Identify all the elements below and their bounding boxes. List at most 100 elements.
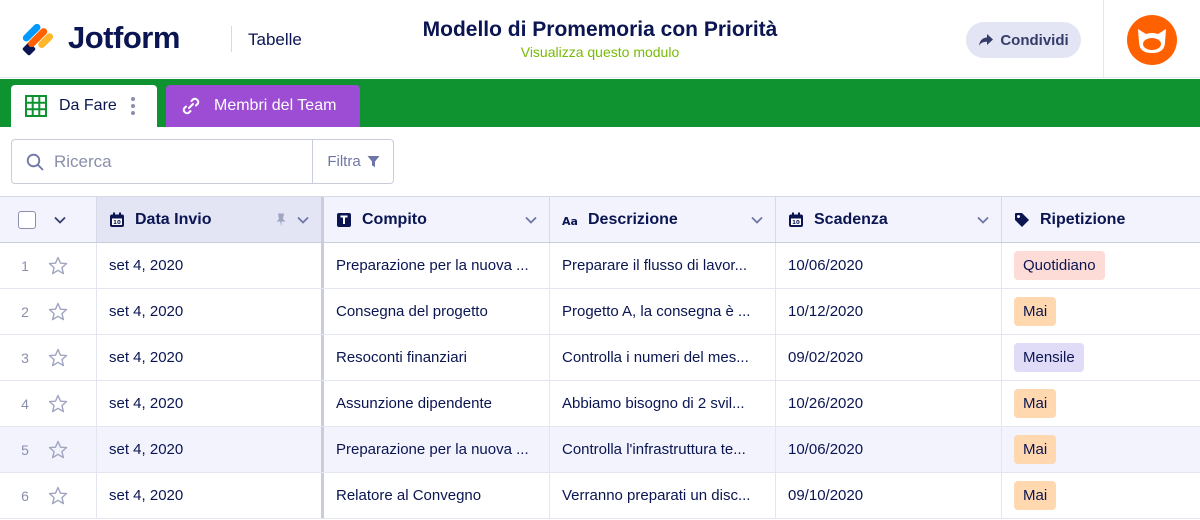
column-label: Data Invio xyxy=(135,210,212,228)
text-aa-icon: Aa xyxy=(562,215,578,228)
column-header-scadenza[interactable]: 10 Scadenza xyxy=(776,197,1002,242)
table-row[interactable]: 2 set 4, 2020 Consegna del progetto Prog… xyxy=(0,289,1200,335)
cell-text: Assunzione dipendente xyxy=(336,395,492,412)
cell-compito[interactable]: Preparazione per la nuova ... xyxy=(324,243,550,288)
tab-membri-del-team[interactable]: Membri del Team xyxy=(166,85,360,127)
table-row[interactable]: 3 set 4, 2020 Resoconti finanziari Contr… xyxy=(0,335,1200,381)
row-number-cell: 2 xyxy=(0,289,97,334)
repeat-badge: Mai xyxy=(1014,481,1057,510)
cell-data-invio[interactable]: set 4, 2020 xyxy=(97,243,324,288)
row-number: 1 xyxy=(21,257,29,274)
search-input[interactable] xyxy=(54,151,284,172)
cell-text: Progetto A, la consegna è ... xyxy=(562,303,751,320)
cell-compito[interactable]: Consegna del progetto xyxy=(324,289,550,334)
cell-scadenza[interactable]: 09/02/2020 xyxy=(776,335,1002,380)
row-number: 6 xyxy=(21,487,29,504)
cell-text: Controlla l'infrastruttura te... xyxy=(562,441,746,458)
cell-descrizione[interactable]: Controlla l'infrastruttura te... xyxy=(550,427,776,472)
cell-text: Abbiamo bisogno di 2 svil... xyxy=(562,395,745,412)
cell-compito[interactable]: Assunzione dipendente xyxy=(324,381,550,426)
calendar-icon: 10 xyxy=(789,212,803,227)
cell-descrizione[interactable]: Progetto A, la consegna è ... xyxy=(550,289,776,334)
cell-ripetizione[interactable]: Mai xyxy=(1002,289,1200,334)
table-row[interactable]: 6 set 4, 2020 Relatore al Convegno Verra… xyxy=(0,473,1200,519)
star-icon[interactable] xyxy=(48,394,68,414)
table-row[interactable]: 4 set 4, 2020 Assunzione dipendente Abbi… xyxy=(0,381,1200,427)
chevron-down-icon[interactable] xyxy=(54,216,66,224)
chevron-down-icon[interactable] xyxy=(525,216,537,224)
pin-icon[interactable] xyxy=(275,213,287,227)
star-icon[interactable] xyxy=(48,256,68,276)
cell-data-invio[interactable]: set 4, 2020 xyxy=(97,473,324,518)
data-table: 10 Data Invio Compito Aa Descrizione 10 … xyxy=(0,196,1200,519)
cell-text: Preparazione per la nuova ... xyxy=(336,257,529,274)
cell-text: Preparare il flusso di lavor... xyxy=(562,257,748,274)
cell-ripetizione[interactable]: Mai xyxy=(1002,473,1200,518)
cell-scadenza[interactable]: 10/26/2020 xyxy=(776,381,1002,426)
repeat-badge: Mai xyxy=(1014,297,1057,326)
cell-compito[interactable]: Preparazione per la nuova ... xyxy=(324,427,550,472)
avatar-cat-icon xyxy=(1138,29,1166,53)
cell-ripetizione[interactable]: Mensile xyxy=(1002,335,1200,380)
view-form-link[interactable]: Visualizza questo modulo xyxy=(400,44,800,60)
star-icon[interactable] xyxy=(48,302,68,322)
search-bar: Filtra xyxy=(11,139,394,184)
chevron-down-icon[interactable] xyxy=(751,216,763,224)
cell-data-invio[interactable]: set 4, 2020 xyxy=(97,381,324,426)
column-header-descrizione[interactable]: Aa Descrizione xyxy=(550,197,776,242)
cell-text: Preparazione per la nuova ... xyxy=(336,441,529,458)
repeat-badge: Quotidiano xyxy=(1014,251,1105,280)
chevron-down-icon[interactable] xyxy=(297,216,309,224)
cell-descrizione[interactable]: Controlla i numeri del mes... xyxy=(550,335,776,380)
star-icon[interactable] xyxy=(48,486,68,506)
header-divider xyxy=(231,26,232,52)
star-icon[interactable] xyxy=(48,440,68,460)
cell-compito[interactable]: Resoconti finanziari xyxy=(324,335,550,380)
cell-text: Verranno preparati un disc... xyxy=(562,487,751,504)
header-divider-right xyxy=(1103,0,1104,78)
star-icon[interactable] xyxy=(48,348,68,368)
select-all-checkbox[interactable] xyxy=(18,210,36,229)
row-number: 4 xyxy=(21,395,29,412)
cell-scadenza[interactable]: 10/06/2020 xyxy=(776,427,1002,472)
table-body: 1 set 4, 2020 Preparazione per la nuova … xyxy=(0,243,1200,519)
cell-text: Resoconti finanziari xyxy=(336,349,467,366)
column-header-ripetizione[interactable]: Ripetizione xyxy=(1002,197,1200,242)
cell-ripetizione[interactable]: Mai xyxy=(1002,381,1200,426)
filter-label: Filtra xyxy=(327,153,361,170)
table-row[interactable]: 1 set 4, 2020 Preparazione per la nuova … xyxy=(0,243,1200,289)
cell-descrizione[interactable]: Preparare il flusso di lavor... xyxy=(550,243,776,288)
tab-options-icon[interactable] xyxy=(130,97,135,115)
cell-descrizione[interactable]: Abbiamo bisogno di 2 svil... xyxy=(550,381,776,426)
chevron-down-icon[interactable] xyxy=(977,216,989,224)
tab-team-label: Membri del Team xyxy=(214,97,337,114)
cell-data-invio[interactable]: set 4, 2020 xyxy=(97,289,324,334)
link-icon xyxy=(182,97,200,115)
jotform-logo[interactable]: Jotform xyxy=(22,18,180,58)
cell-ripetizione[interactable]: Quotidiano xyxy=(1002,243,1200,288)
tab-da-fare-label: Da Fare xyxy=(59,97,117,114)
cell-scadenza[interactable]: 09/10/2020 xyxy=(776,473,1002,518)
table-row[interactable]: 5 set 4, 2020 Preparazione per la nuova … xyxy=(0,427,1200,473)
row-number-cell: 6 xyxy=(0,473,97,518)
cell-scadenza[interactable]: 10/06/2020 xyxy=(776,243,1002,288)
cell-data-invio[interactable]: set 4, 2020 xyxy=(97,335,324,380)
search-icon xyxy=(26,153,44,170)
column-header-data-invio[interactable]: 10 Data Invio xyxy=(97,197,324,242)
cell-data-invio[interactable]: set 4, 2020 xyxy=(97,427,324,472)
filter-button[interactable]: Filtra xyxy=(312,140,394,183)
calendar-icon: 10 xyxy=(110,212,124,227)
cell-ripetizione[interactable]: Mai xyxy=(1002,427,1200,472)
tab-da-fare[interactable]: Da Fare xyxy=(11,85,157,127)
table-header-row: 10 Data Invio Compito Aa Descrizione 10 … xyxy=(0,197,1200,243)
text-field-icon xyxy=(337,212,351,227)
cell-text: Relatore al Convegno xyxy=(336,487,482,504)
column-header-compito[interactable]: Compito xyxy=(324,197,550,242)
cell-compito[interactable]: Relatore al Convegno xyxy=(324,473,550,518)
user-avatar[interactable] xyxy=(1127,15,1177,65)
share-button[interactable]: Condividi xyxy=(966,22,1081,58)
cell-scadenza[interactable]: 10/12/2020 xyxy=(776,289,1002,334)
cell-descrizione[interactable]: Verranno preparati un disc... xyxy=(550,473,776,518)
section-label[interactable]: Tabelle xyxy=(248,30,302,50)
column-label: Descrizione xyxy=(588,210,678,228)
